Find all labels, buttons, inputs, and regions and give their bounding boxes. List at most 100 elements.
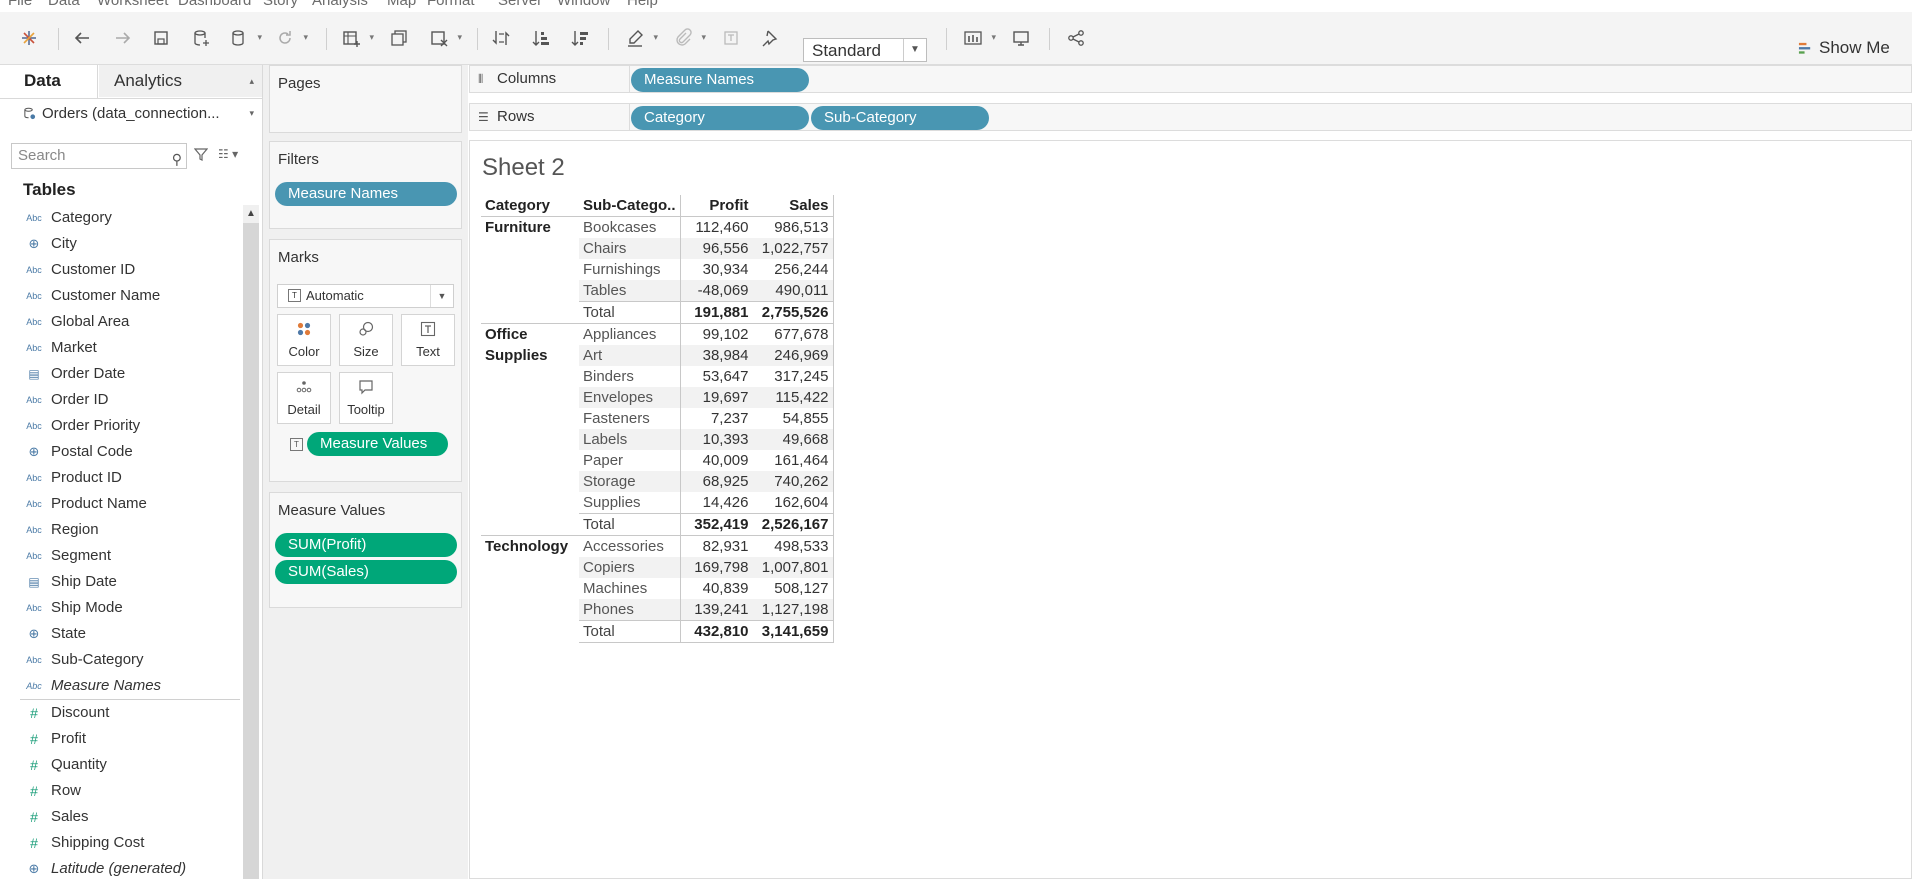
subcategory-cell[interactable]: Machines (579, 578, 681, 599)
tableau-logo-icon[interactable] (16, 26, 42, 50)
text-button[interactable]: Text (401, 314, 455, 366)
undo-icon[interactable] (70, 26, 96, 50)
field-item[interactable]: Abc Category (0, 205, 242, 231)
show-mark-labels-icon[interactable] (718, 26, 744, 50)
rows-pill-sub-category[interactable]: Sub-Category (811, 106, 989, 130)
total-profit-cell[interactable]: 432,810 (680, 620, 753, 643)
field-item[interactable]: Abc Order Priority (0, 413, 242, 439)
sales-cell[interactable]: 740,262 (752, 471, 834, 492)
tab-analytics[interactable]: Analytics ▴ ▾ (99, 65, 262, 118)
menu-item[interactable]: Worksheet (97, 0, 168, 9)
subcategory-cell[interactable]: Chairs (579, 238, 681, 259)
field-item[interactable]: Abc Product ID (0, 465, 242, 491)
sales-cell[interactable]: 1,007,801 (752, 557, 834, 578)
profit-cell[interactable]: 99,102 (680, 324, 753, 346)
scroll-up-icon[interactable]: ▲ (243, 205, 259, 223)
field-item[interactable]: # Sales (0, 804, 242, 830)
category-cell[interactable]: Furniture (481, 216, 579, 324)
field-item[interactable]: Abc Segment (0, 543, 242, 569)
pages-card[interactable]: Pages (269, 65, 462, 133)
subcategory-cell[interactable]: Supplies (579, 492, 681, 514)
group-members-icon[interactable]: ▾ (670, 26, 706, 50)
profit-cell[interactable]: 19,697 (680, 387, 753, 408)
field-item[interactable]: Abc Region (0, 517, 242, 543)
sales-cell[interactable]: 677,678 (752, 323, 834, 345)
swap-rows-columns-icon[interactable] (488, 26, 514, 50)
sales-cell[interactable]: 1,022,757 (752, 238, 834, 259)
sales-cell[interactable]: 49,668 (752, 429, 834, 450)
menu-item[interactable]: Story (263, 0, 298, 9)
profit-cell[interactable]: 7,237 (680, 408, 753, 429)
show-me-button[interactable]: Show Me (1798, 38, 1890, 58)
share-icon[interactable] (1063, 26, 1089, 50)
pause-updates-icon[interactable]: ▾ (226, 26, 262, 50)
menu-item[interactable]: Dashboard (178, 0, 251, 9)
subcategory-cell[interactable]: Tables (579, 280, 681, 302)
field-item[interactable]: Abc Ship Mode (0, 595, 242, 621)
header-profit[interactable]: Profit (680, 195, 753, 217)
profit-cell[interactable]: 112,460 (680, 217, 753, 239)
field-item[interactable]: Abc Customer ID (0, 257, 242, 283)
profit-cell[interactable]: 96,556 (680, 238, 753, 259)
sort-descending-icon[interactable] (567, 26, 593, 50)
profit-cell[interactable]: 82,931 (680, 536, 753, 558)
profit-cell[interactable]: 38,984 (680, 345, 753, 366)
sales-cell[interactable]: 161,464 (752, 450, 834, 471)
header-subcategory[interactable]: Sub-Catego.. (579, 195, 681, 217)
field-item[interactable]: Abc Sub-Category (0, 647, 242, 673)
sales-cell[interactable]: 115,422 (752, 387, 834, 408)
total-label-cell[interactable]: Total (579, 620, 681, 643)
field-item[interactable]: ▤ Order Date (0, 361, 242, 387)
sort-ascending-icon[interactable] (528, 26, 554, 50)
redo-icon[interactable] (109, 26, 135, 50)
subcategory-cell[interactable]: Storage (579, 471, 681, 492)
profit-cell[interactable]: 14,426 (680, 492, 753, 514)
sales-cell[interactable]: 508,127 (752, 578, 834, 599)
total-label-cell[interactable]: Total (579, 301, 681, 324)
field-item[interactable]: ▤ Ship Date (0, 569, 242, 595)
sales-cell[interactable]: 498,533 (752, 535, 834, 557)
total-label-cell[interactable]: Total (579, 513, 681, 536)
rows-shelf[interactable]: ☰ Rows Category Sub-Category (469, 103, 1912, 131)
profit-cell[interactable]: 68,925 (680, 471, 753, 492)
size-button[interactable]: Size (339, 314, 393, 366)
subcategory-cell[interactable]: Furnishings (579, 259, 681, 280)
profit-cell[interactable]: 53,647 (680, 366, 753, 387)
menu-item[interactable]: Map (387, 0, 416, 9)
subcategory-cell[interactable]: Phones (579, 599, 681, 621)
profit-cell[interactable]: 40,839 (680, 578, 753, 599)
tooltip-button[interactable]: Tooltip (339, 372, 393, 424)
profit-cell[interactable]: 10,393 (680, 429, 753, 450)
marks-pill-measure-values[interactable]: Measure Values (307, 432, 448, 456)
subcategory-cell[interactable]: Appliances (579, 323, 681, 345)
color-button[interactable]: Color (277, 314, 331, 366)
sales-cell[interactable]: 317,245 (752, 366, 834, 387)
rows-pill-category[interactable]: Category (631, 106, 809, 130)
field-item[interactable]: # Quantity (0, 752, 242, 778)
show-cards-icon[interactable]: ▾ (960, 26, 996, 50)
field-item[interactable]: # Profit (0, 726, 242, 752)
tab-data[interactable]: Data (0, 65, 98, 98)
filter-icon[interactable] (193, 147, 209, 164)
total-sales-cell[interactable]: 2,526,167 (752, 513, 834, 536)
duplicate-sheet-icon[interactable] (386, 26, 412, 50)
sales-cell[interactable]: 162,604 (752, 492, 834, 514)
detail-button[interactable]: Detail (277, 372, 331, 424)
profit-cell[interactable]: 169,798 (680, 557, 753, 578)
presentation-mode-icon[interactable] (1008, 26, 1034, 50)
category-cell[interactable]: Technology (481, 536, 579, 643)
field-item[interactable]: Abc Order ID (0, 387, 242, 413)
menu-item[interactable]: Analysis (312, 0, 368, 9)
subcategory-cell[interactable]: Copiers (579, 557, 681, 578)
field-item[interactable]: ⊕ Postal Code (0, 439, 242, 465)
filter-pill-measure-names[interactable]: Measure Names (275, 182, 457, 206)
field-list-scrollbar[interactable]: ▲ (243, 205, 259, 879)
subcategory-cell[interactable]: Labels (579, 429, 681, 450)
field-item[interactable]: # Discount (0, 700, 242, 726)
sales-cell[interactable]: 54,855 (752, 408, 834, 429)
field-item[interactable]: Abc Global Area (0, 309, 242, 335)
new-worksheet-icon[interactable]: ▾ (338, 26, 374, 50)
field-item[interactable]: # Shipping Cost (0, 830, 242, 856)
header-sales[interactable]: Sales (752, 195, 834, 217)
save-icon[interactable] (148, 26, 174, 50)
